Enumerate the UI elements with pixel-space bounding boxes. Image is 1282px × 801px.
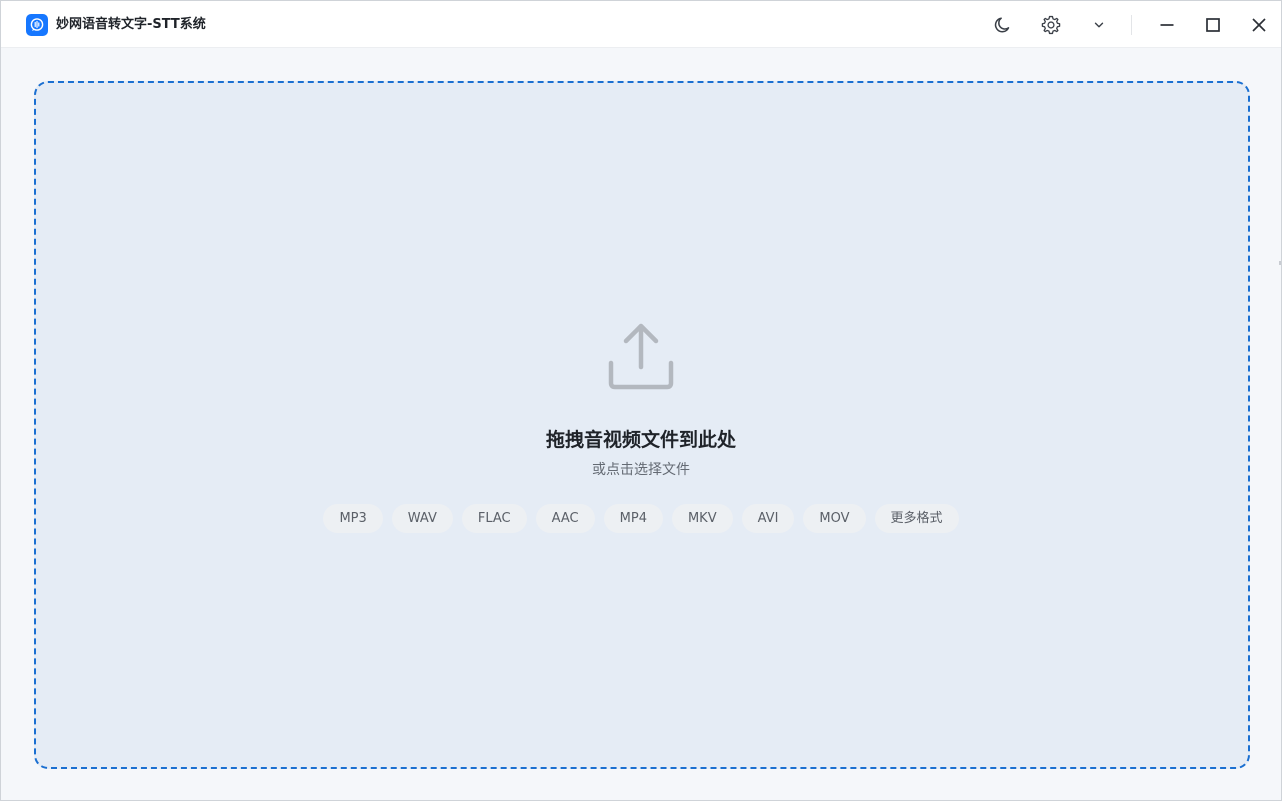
format-tag-mp3: MP3 (323, 504, 383, 533)
format-tag-wav: WAV (391, 504, 453, 533)
app-window: 妙网语音转文字-STT系统 拖拽音视频文件到此处 或点击选择文件 MP3 WAV… (0, 0, 1282, 801)
format-tag-mp4: MP4 (603, 504, 663, 533)
theme-toggle-button[interactable] (987, 9, 1019, 41)
more-formats-tag[interactable]: 更多格式 (874, 504, 959, 533)
settings-button[interactable] (1035, 9, 1067, 41)
format-tag-mov: MOV (803, 504, 866, 533)
gear-icon (1041, 15, 1061, 35)
format-tag-aac: AAC (535, 504, 595, 533)
maximize-button[interactable] (1197, 9, 1229, 41)
close-icon (1252, 18, 1266, 32)
title-bar: 妙网语音转文字-STT系统 (1, 1, 1281, 48)
drop-title: 拖拽音视频文件到此处 (545, 429, 736, 451)
menu-dropdown-button[interactable] (1083, 9, 1115, 41)
window-edge-mark (1279, 261, 1281, 265)
file-drop-zone[interactable] (34, 81, 1250, 769)
format-tag-flac: FLAC (461, 504, 527, 533)
app-title: 妙网语音转文字-STT系统 (56, 17, 206, 32)
titlebar-divider (1131, 15, 1132, 35)
close-button[interactable] (1243, 9, 1275, 41)
app-logo-icon (26, 14, 48, 36)
chevron-down-icon (1094, 22, 1104, 28)
minimize-icon (1160, 24, 1174, 26)
format-tag-mkv: MKV (671, 504, 733, 533)
format-tag-avi: AVI (741, 504, 795, 533)
moon-icon (994, 17, 1010, 33)
choose-file-link[interactable]: 或点击选择文件 (1, 460, 1281, 480)
minimize-button[interactable] (1151, 9, 1183, 41)
maximize-icon (1206, 18, 1220, 32)
supported-formats: MP3 WAV FLAC AAC MP4 MKV AVI MOV 更多格式 (1, 504, 1281, 533)
upload-icon (608, 323, 674, 390)
